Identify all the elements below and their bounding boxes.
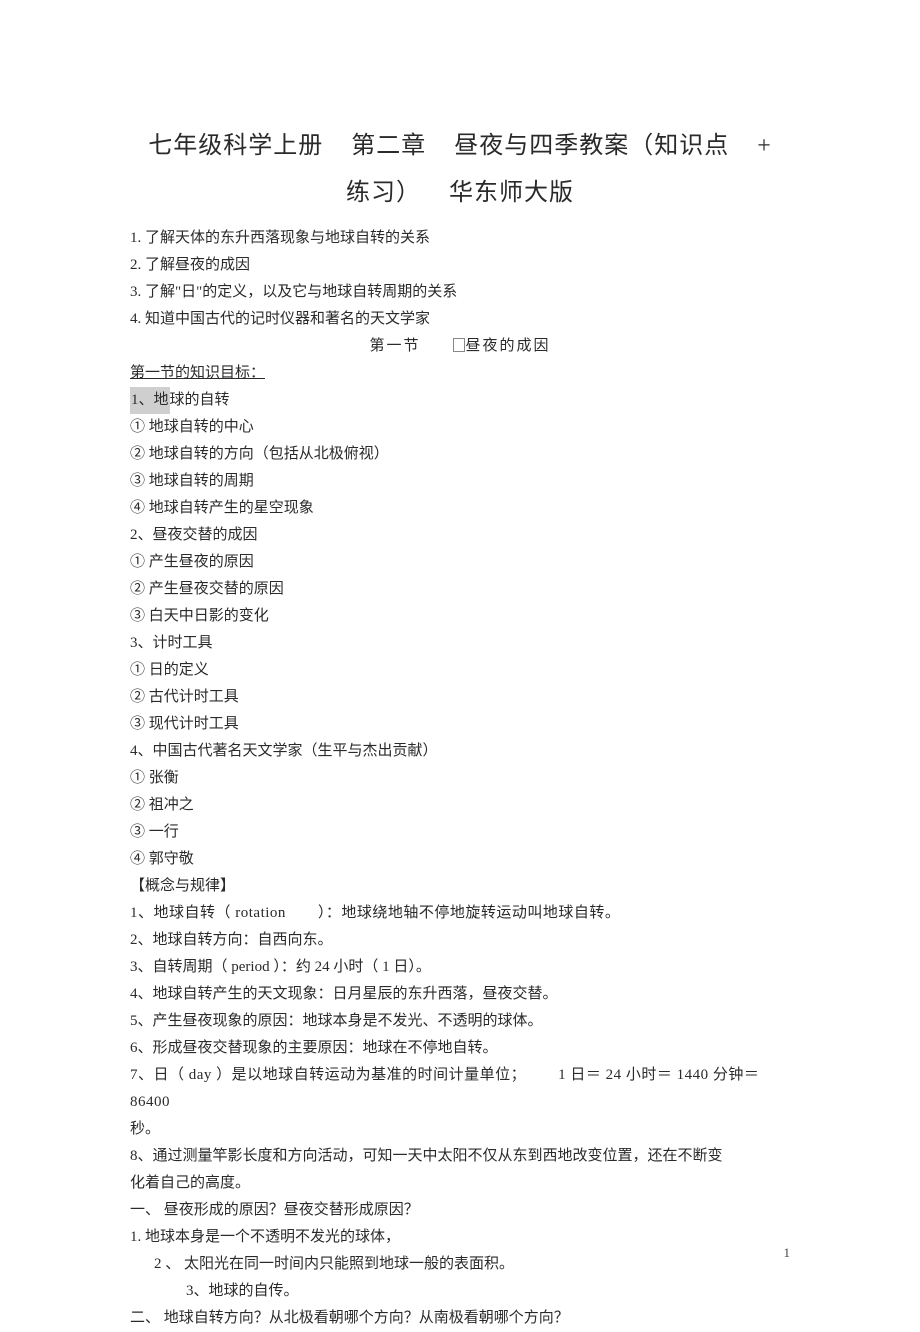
concept-8-line2: 化着自己的高度。	[130, 1170, 790, 1197]
concept-7-line1: 7、日（ day ）是以地球自转运动为基准的时间计量单位；1 日＝ 24 小时＝…	[130, 1062, 790, 1116]
outline-h4d: ④ 郭守敬	[130, 846, 790, 873]
concept-8-line1: 8、通过测量竿影长度和方向活动，可知一天中太阳不仅从东到西地改变位置，还在不断变	[130, 1143, 790, 1170]
outline-h4: 4、中国古代著名天文学家（生平与杰出贡献）	[130, 738, 790, 765]
title-line-2: 练习） 华东师大版	[130, 172, 790, 207]
title-text-2a: 练习）	[346, 180, 421, 206]
highlight-1: 1、地	[130, 387, 170, 414]
outline-h4b: ② 祖冲之	[130, 792, 790, 819]
concept-6: 6、形成昼夜交替现象的主要原因：地球在不停地自转。	[130, 1035, 790, 1062]
outline-h2c: ③ 白天中日影的变化	[130, 603, 790, 630]
intro-item-2: 2. 了解昼夜的成因	[130, 252, 790, 279]
question-1: 一、 昼夜形成的原因？昼夜交替形成原因？	[130, 1197, 790, 1224]
outline-h3a: ① 日的定义	[130, 657, 790, 684]
outline-h4a: ① 张衡	[130, 765, 790, 792]
concept-2: 2、地球自转方向：自西向东。	[130, 927, 790, 954]
title-text-1a: 七年级科学上册	[148, 133, 323, 159]
outline-h3b: ② 古代计时工具	[130, 684, 790, 711]
intro-item-4: 4. 知道中国古代的记时仪器和著名的天文学家	[130, 306, 790, 333]
outline-h1d: ④ 地球自转产生的星空现象	[130, 495, 790, 522]
title-text-1c: 昼夜与四季教案（知识点	[454, 133, 729, 159]
concept-1b: ）：地球绕地轴不停地旋转运动叫地球自转。	[318, 905, 621, 921]
question-1-answer-3: 3、地球的自传。	[130, 1278, 790, 1305]
outline-h2b: ② 产生昼夜交替的原因	[130, 576, 790, 603]
section-header-left: 第一节	[369, 338, 420, 354]
title-text-2b: 华东师大版	[449, 180, 574, 206]
section-header: 第一节 昼夜的成因	[130, 333, 790, 360]
section-header-right: 昼夜的成因	[466, 338, 551, 354]
concept-3: 3、自转周期（ period ）：约 24 小时（ 1 日）。	[130, 954, 790, 981]
question-2: 二、 地球自转方向？从北极看朝哪个方向？从南极看朝哪个方向？	[130, 1305, 790, 1332]
outline-h3: 3、计时工具	[130, 630, 790, 657]
outline-h2: 2、昼夜交替的成因	[130, 522, 790, 549]
outline-h3c: ③ 现代计时工具	[130, 711, 790, 738]
concept-7a: 7、日（ day ）是以地球自转运动为基准的时间计量单位；	[130, 1067, 526, 1083]
outline-h1a: ① 地球自转的中心	[130, 414, 790, 441]
question-1-answer-1: 1. 地球本身是一个不透明不发光的球体，	[130, 1224, 790, 1251]
concept-1: 1、地球自转（ rotation ）：地球绕地轴不停地旋转运动叫地球自转。	[130, 900, 790, 927]
title-line-1: 七年级科学上册 第二章 昼夜与四季教案（知识点 +	[130, 125, 790, 160]
box-icon	[453, 338, 465, 352]
outline-h4c: ③ 一行	[130, 819, 790, 846]
title-text-1b: 第二章	[351, 133, 426, 159]
page-number: 1	[784, 1245, 791, 1261]
outline-h1: 1、地球的自转	[130, 387, 790, 414]
question-1-answer-2: 2 、 太阳光在同一时间内只能照到地球一般的表面积。	[130, 1251, 790, 1278]
concept-7-line2: 秒。	[130, 1116, 790, 1143]
goals-label: 第一节的知识目标：	[130, 360, 790, 387]
outline-h1b: ② 地球自转的方向（包括从北极俯视）	[130, 441, 790, 468]
outline-h1c: ③ 地球自转的周期	[130, 468, 790, 495]
intro-item-3: 3. 了解"日"的定义，以及它与地球自转周期的关系	[130, 279, 790, 306]
concept-1a: 1、地球自转（ rotation	[130, 905, 286, 921]
goals-label-text: 第一节的知识目标：	[130, 365, 265, 381]
title-text-1d: +	[757, 133, 772, 159]
concepts-label: 【概念与规律】	[130, 873, 790, 900]
concept-4: 4、地球自转产生的天文现象：日月星辰的东升西落，昼夜交替。	[130, 981, 790, 1008]
outline-h2a: ① 产生昼夜的原因	[130, 549, 790, 576]
concept-5: 5、产生昼夜现象的原因：地球本身是不发光、不透明的球体。	[130, 1008, 790, 1035]
intro-item-1: 1. 了解天体的东升西落现象与地球自转的关系	[130, 225, 790, 252]
